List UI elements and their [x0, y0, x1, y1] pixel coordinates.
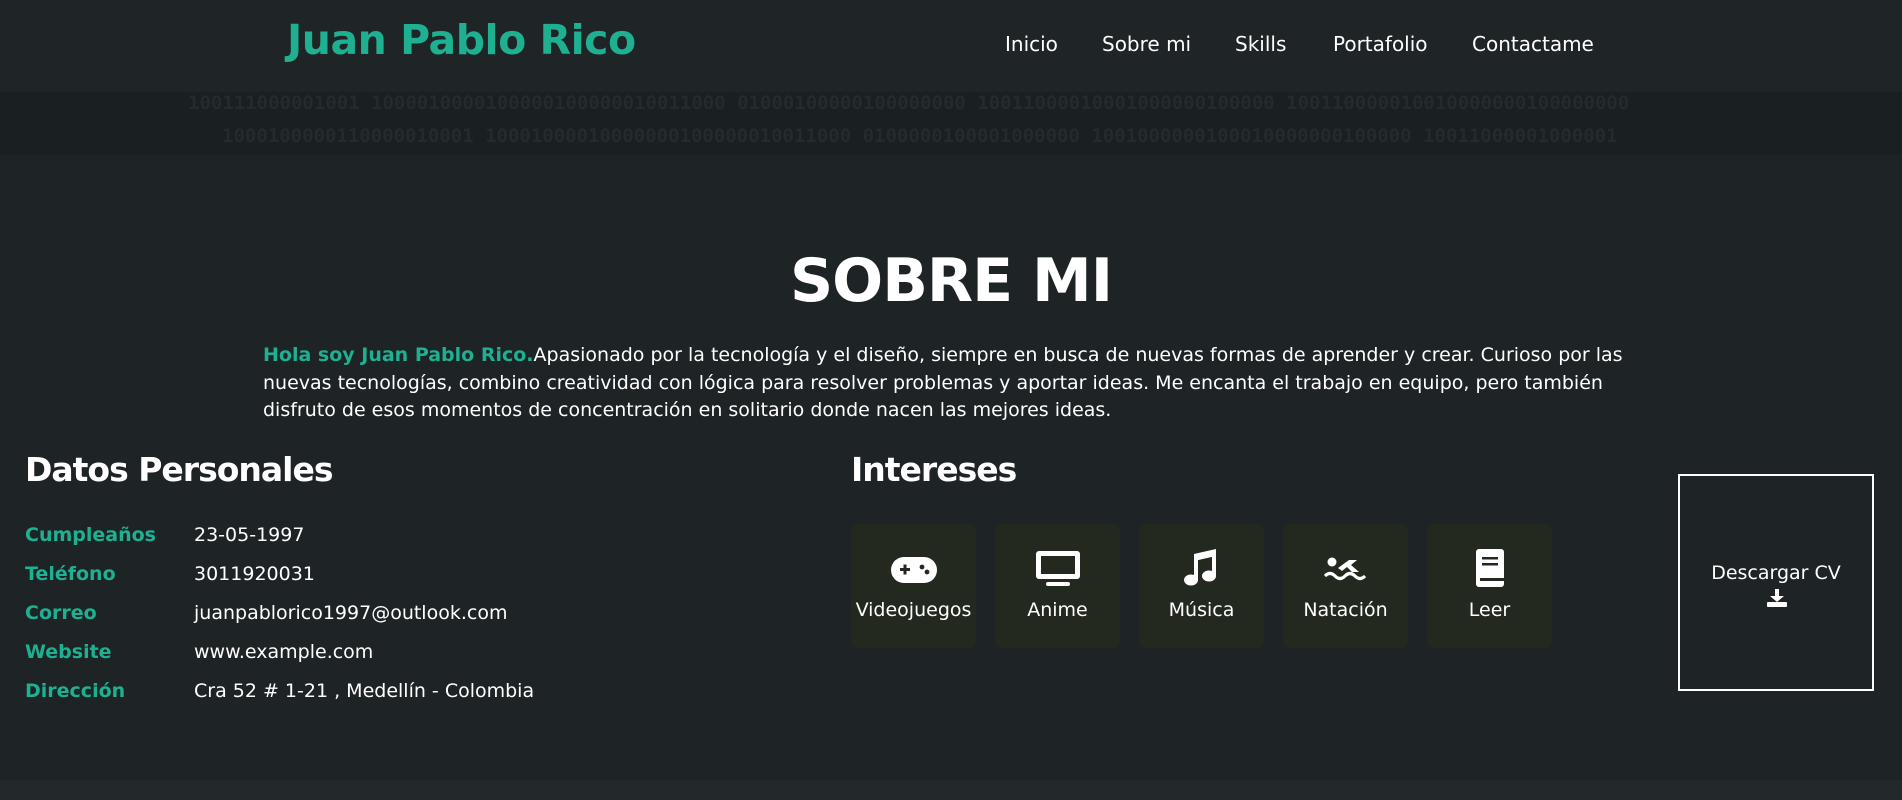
nav-skills[interactable]: Skills [1235, 32, 1286, 56]
footer-strip [0, 780, 1902, 800]
interest-label: Leer [1468, 599, 1511, 621]
download-icon [1766, 588, 1788, 612]
interest-card-leer: Leer [1427, 524, 1552, 648]
intro-highlight: Hola soy Juan Pablo Rico. [263, 344, 534, 366]
row-label: Correo [25, 602, 97, 624]
binary-row: 100111000001001 100001000010000010000001… [188, 92, 1630, 114]
interest-card-natacion: Natación [1283, 524, 1408, 648]
binary-banner: 100111000001001 100001000010000010000001… [0, 92, 1902, 155]
interest-label: Natación [1303, 599, 1388, 621]
site-header: Juan Pablo Rico Inicio Sobre mi Skills P… [0, 0, 1902, 92]
nav-contactame[interactable]: Contactame [1472, 32, 1594, 56]
interest-label: Música [1168, 599, 1235, 621]
row-label: Teléfono [25, 563, 116, 585]
personal-data-title: Datos Personales [25, 450, 333, 489]
row-value[interactable]: www.example.com [194, 641, 373, 663]
row-value: Cra 52 # 1-21 , Medellín - Colombia [194, 680, 535, 702]
section-title: SOBRE MI [789, 246, 1113, 316]
row-value: 23-05-1997 [194, 524, 305, 546]
interest-label: Anime [1027, 599, 1088, 621]
nav-sobre-mi[interactable]: Sobre mi [1102, 32, 1191, 56]
row-label: Dirección [25, 680, 126, 702]
tv-icon [995, 548, 1120, 588]
music-icon [1139, 548, 1264, 588]
binary-row: 1000100000110000010001 10001000010000000… [222, 125, 1618, 147]
row-label: Cumpleaños [25, 524, 156, 546]
interest-card-videojuegos: Videojuegos [851, 524, 976, 648]
nav-inicio[interactable]: Inicio [1005, 32, 1058, 56]
row-value[interactable]: juanpablorico1997@outlook.com [194, 602, 507, 624]
nav-portafolio[interactable]: Portafolio [1333, 32, 1428, 56]
interest-label: Videojuegos [855, 599, 972, 621]
interest-card-anime: Anime [995, 524, 1120, 648]
book-icon [1427, 548, 1552, 588]
download-cv-button[interactable]: Descargar CV [1678, 474, 1874, 691]
interest-card-musica: Música [1139, 524, 1264, 648]
swimmer-icon [1283, 548, 1408, 588]
download-cv-label: Descargar CV [1711, 562, 1841, 584]
row-label: Website [25, 641, 112, 663]
row-value: 3011920031 [194, 563, 315, 585]
intro-paragraph: Hola soy Juan Pablo Rico.Apasionado por … [263, 342, 1643, 425]
interests-title: Intereses [851, 450, 1017, 489]
gamepad-icon [851, 548, 976, 588]
site-logo[interactable]: Juan Pablo Rico [287, 16, 636, 64]
